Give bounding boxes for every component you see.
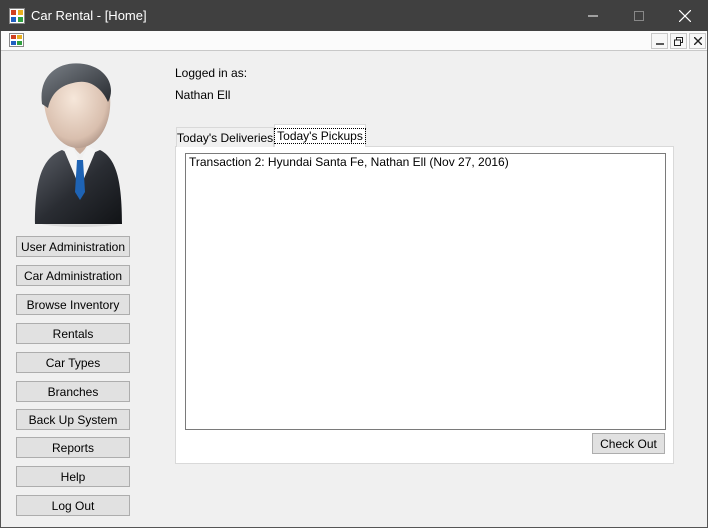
mdi-menu-strip bbox=[1, 31, 707, 51]
window-title: Car Rental - [Home] bbox=[31, 8, 147, 23]
window-border-left bbox=[0, 31, 1, 528]
branches-button[interactable]: Branches bbox=[16, 381, 130, 402]
mdi-minimize-button[interactable] bbox=[651, 33, 668, 49]
pickups-list[interactable]: Transaction 2: Hyundai Santa Fe, Nathan … bbox=[185, 153, 666, 430]
close-button[interactable] bbox=[662, 0, 708, 31]
maximize-button[interactable] bbox=[616, 0, 662, 31]
close-icon bbox=[693, 37, 702, 45]
mdi-child-icon[interactable] bbox=[9, 33, 24, 47]
minimize-icon bbox=[588, 15, 598, 16]
browse-inventory-button[interactable]: Browse Inventory bbox=[16, 294, 130, 315]
tab-todays-deliveries[interactable]: Today's Deliveries bbox=[176, 127, 274, 147]
reports-button[interactable]: Reports bbox=[16, 437, 130, 458]
tab-todays-pickups[interactable]: Today's Pickups bbox=[274, 124, 366, 147]
tab-label: Today's Pickups bbox=[274, 128, 366, 144]
log-out-button[interactable]: Log Out bbox=[16, 495, 130, 516]
car-types-button[interactable]: Car Types bbox=[16, 352, 130, 373]
tab-label: Today's Deliveries bbox=[176, 130, 274, 145]
mdi-restore-button[interactable] bbox=[670, 33, 687, 49]
minimize-button[interactable] bbox=[570, 0, 616, 31]
back-up-system-button[interactable]: Back Up System bbox=[16, 409, 130, 430]
minimize-icon bbox=[655, 43, 664, 45]
car-administration-button[interactable]: Car Administration bbox=[16, 265, 130, 286]
title-bar[interactable]: Car Rental - [Home] bbox=[0, 0, 708, 31]
user-avatar-icon bbox=[35, 63, 122, 227]
logged-in-label: Logged in as: bbox=[175, 66, 248, 80]
user-administration-button[interactable]: User Administration bbox=[16, 236, 130, 257]
list-item[interactable]: Transaction 2: Hyundai Santa Fe, Nathan … bbox=[189, 155, 509, 169]
maximize-icon bbox=[634, 10, 644, 21]
close-icon bbox=[679, 9, 691, 22]
restore-icon bbox=[674, 36, 683, 46]
help-button[interactable]: Help bbox=[16, 466, 130, 487]
logged-in-user-name: Nathan Ell bbox=[175, 88, 231, 102]
app-icon bbox=[9, 8, 25, 24]
check-out-button[interactable]: Check Out bbox=[592, 433, 665, 454]
mdi-close-button[interactable] bbox=[689, 33, 706, 49]
rentals-button[interactable]: Rentals bbox=[16, 323, 130, 344]
